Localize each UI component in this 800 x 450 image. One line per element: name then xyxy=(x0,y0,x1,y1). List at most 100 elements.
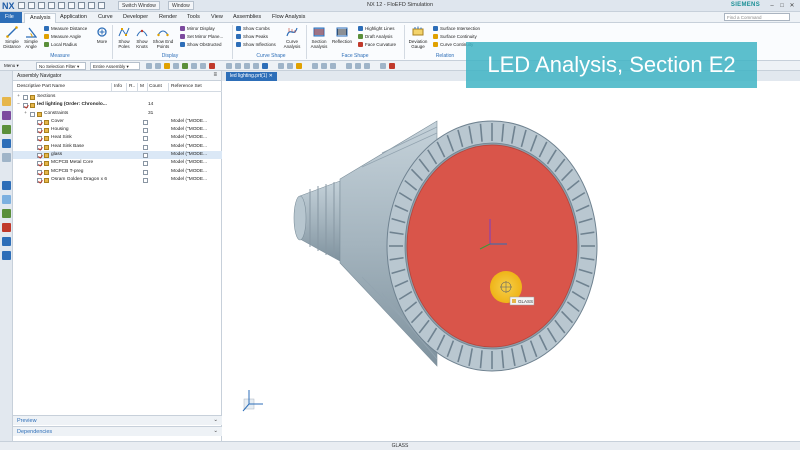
select-all-icon[interactable] xyxy=(155,63,161,69)
window-menu-button[interactable]: Window xyxy=(168,1,194,10)
table-row[interactable]: MCPCB Metal Core Model ("MODE... xyxy=(13,159,222,167)
curve-analysis-button[interactable]: Curve Analysis xyxy=(282,26,302,49)
roles-icon[interactable] xyxy=(2,237,11,246)
show-icon[interactable] xyxy=(330,63,336,69)
section-analysis-button[interactable]: Section Analysis xyxy=(309,26,329,49)
show-combs-button[interactable]: Show Combs xyxy=(236,25,270,32)
tab-analysis[interactable]: Analysis xyxy=(24,13,57,23)
paste-icon[interactable] xyxy=(68,2,75,9)
set-mirror-plane-button[interactable]: Set Mirror Plane... xyxy=(180,33,223,40)
app-logo[interactable]: NX xyxy=(2,1,15,11)
show-inflections-button[interactable]: Show Inflections xyxy=(236,41,276,48)
tab-assemblies[interactable]: Assemblies xyxy=(228,13,266,23)
assembly-navigator-icon[interactable] xyxy=(2,97,11,106)
dependencies-panel[interactable]: Dependencies ⌄ xyxy=(13,426,222,436)
midpoint-icon[interactable] xyxy=(200,63,206,69)
visibility-checkbox[interactable] xyxy=(37,128,42,134)
grid-icon[interactable] xyxy=(182,63,188,69)
glass-section-face[interactable] xyxy=(406,144,578,348)
cut-icon[interactable] xyxy=(48,2,55,9)
zoom-icon[interactable] xyxy=(235,63,241,69)
show-knots-button[interactable]: Show Knots xyxy=(134,26,150,49)
web-browser-icon[interactable] xyxy=(2,153,11,162)
tab-application[interactable]: Application xyxy=(55,13,92,23)
wcs-icon[interactable] xyxy=(355,63,361,69)
copy-icon[interactable] xyxy=(58,2,65,9)
visibility-checkbox[interactable] xyxy=(37,144,42,150)
local-radius-button[interactable]: Local Radius xyxy=(44,41,77,48)
expand-toggle-icon[interactable]: + xyxy=(23,110,28,118)
tab-view[interactable]: View xyxy=(206,13,228,23)
tab-render[interactable]: Render xyxy=(154,13,182,23)
pan-icon[interactable] xyxy=(253,63,259,69)
visibility-checkbox[interactable] xyxy=(30,111,35,117)
column-divider[interactable] xyxy=(147,83,148,92)
column-divider[interactable] xyxy=(137,83,138,92)
measure-icon[interactable] xyxy=(364,63,370,69)
menu-button[interactable]: Menu ▾ xyxy=(2,62,32,70)
lamp-base-threads[interactable] xyxy=(293,180,341,262)
hide-icon[interactable] xyxy=(321,63,327,69)
constraint-navigator-icon[interactable] xyxy=(2,111,11,120)
system-materials-icon[interactable] xyxy=(2,195,11,204)
reference-set[interactable]: Model ("MODE... xyxy=(171,159,207,167)
visibility-checkbox[interactable] xyxy=(23,95,28,100)
show-end-points-button[interactable]: Show End Points xyxy=(152,26,174,49)
switch-window-button[interactable]: Switch Window xyxy=(118,1,160,10)
col-readonly[interactable]: R.. xyxy=(129,84,135,89)
table-row[interactable]: Heat Sink Base Model ("MODE... xyxy=(13,143,222,151)
shaded-icon[interactable] xyxy=(262,63,268,69)
redo-icon[interactable] xyxy=(38,2,45,9)
visibility-checkbox[interactable] xyxy=(37,177,42,183)
draft-analysis-button[interactable]: Draft Analysis xyxy=(358,33,393,40)
history-icon[interactable] xyxy=(2,181,11,190)
repeat-icon[interactable] xyxy=(78,2,85,9)
navigator-menu-icon[interactable]: ≡ xyxy=(213,72,217,78)
undo-icon[interactable] xyxy=(28,2,35,9)
visibility-checkbox[interactable] xyxy=(23,103,28,109)
table-row[interactable]: glass Model ("MODE... xyxy=(13,151,222,160)
visibility-checkbox[interactable] xyxy=(37,161,42,167)
show-peaks-button[interactable]: Show Peaks xyxy=(236,33,268,40)
table-row[interactable]: Heat Sink Model ("MODE... xyxy=(13,134,222,142)
surface-intersection-button[interactable]: Surface Intersection xyxy=(433,25,480,32)
simple-distance-button[interactable]: Simple Distance xyxy=(3,26,21,49)
endpoint-icon[interactable] xyxy=(191,63,197,69)
section-view-icon[interactable] xyxy=(312,63,318,69)
more-measure-button[interactable]: More xyxy=(94,26,110,44)
show-poles-button[interactable]: Show Poles xyxy=(116,26,132,49)
close-icon[interactable]: ✕ xyxy=(788,2,796,10)
model-canvas[interactable]: GLASS xyxy=(222,81,800,441)
tab-led-lighting[interactable]: led lighting.prt(1) ✕ xyxy=(226,72,277,81)
reference-set[interactable]: Model ("MODE... xyxy=(171,143,207,151)
fit-view-icon[interactable] xyxy=(226,63,232,69)
minimize-icon[interactable]: – xyxy=(768,2,776,10)
table-row[interactable]: Osram Golden Dragon x 6 Model ("MODE... xyxy=(13,176,222,184)
highlight-lines-button[interactable]: Highlight Lines xyxy=(358,25,395,32)
modified-checkbox[interactable] xyxy=(143,177,148,183)
table-row[interactable]: Cover Model ("MODE... xyxy=(13,118,222,126)
measure-distance-button[interactable]: Measure Distance xyxy=(44,25,87,32)
mirror-display-button[interactable]: Mirror Display xyxy=(180,25,215,32)
tab-curve[interactable]: Curve xyxy=(93,13,118,23)
table-row[interactable]: Housing Model ("MODE... xyxy=(13,126,222,134)
process-studio-icon[interactable] xyxy=(2,209,11,218)
scope-dropdown[interactable]: Entire Assembly ▾ xyxy=(90,62,140,70)
reuse-library-icon[interactable] xyxy=(2,139,11,148)
deviation-gauge-button[interactable]: Deviation Gauge xyxy=(407,26,429,49)
col-modified[interactable]: M xyxy=(140,84,144,89)
filter-icon[interactable] xyxy=(146,63,152,69)
graphics-window[interactable]: GLASS xyxy=(222,81,800,441)
measure-angle-button[interactable]: Measure Angle xyxy=(44,33,81,40)
col-count[interactable]: Count xyxy=(149,84,162,89)
table-row[interactable]: − led lighting (Order: Chronolo... 14 xyxy=(13,101,222,109)
visibility-checkbox[interactable] xyxy=(37,136,42,142)
layer-icon[interactable] xyxy=(346,63,352,69)
preview-panel[interactable]: Preview ⌄ xyxy=(13,415,222,425)
reference-set[interactable]: Model ("MODE... xyxy=(171,134,207,142)
render-style-icon[interactable] xyxy=(287,63,293,69)
modified-checkbox[interactable] xyxy=(143,153,148,159)
modified-checkbox[interactable] xyxy=(143,169,148,175)
show-obstructed-button[interactable]: Show Obstructed xyxy=(180,41,222,48)
tab-tools[interactable]: Tools xyxy=(182,13,205,23)
